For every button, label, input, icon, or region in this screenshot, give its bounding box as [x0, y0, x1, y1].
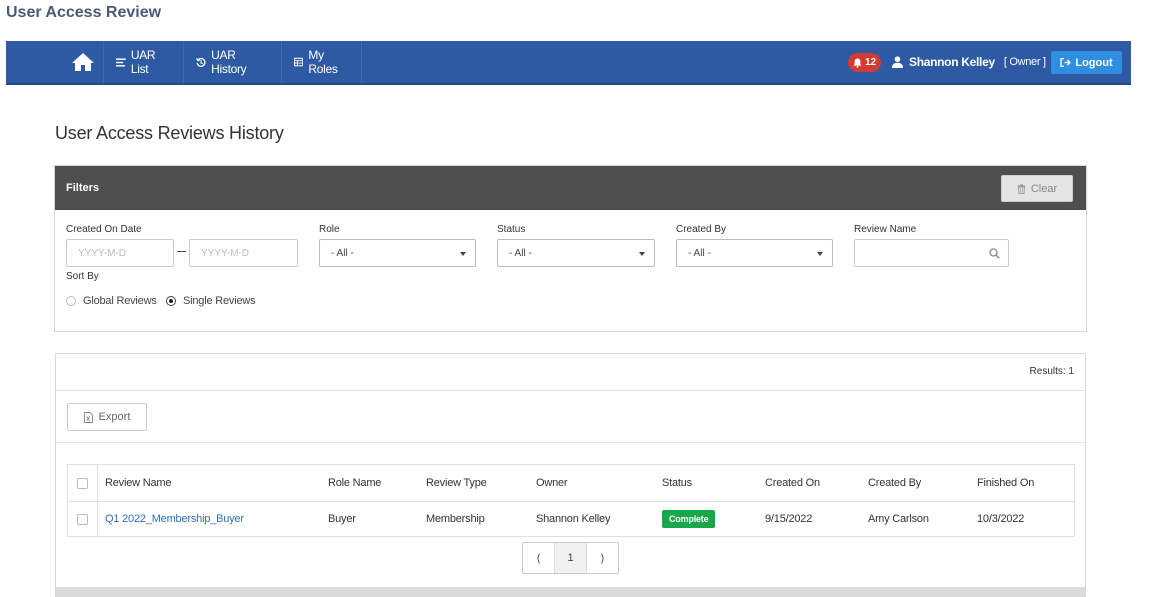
col-header-status[interactable]: Status	[662, 465, 692, 501]
next-page-button[interactable]: ⟩	[587, 543, 618, 573]
horizontal-scrollbar[interactable]	[56, 587, 1085, 596]
status-label: Status	[497, 224, 526, 235]
created-by-cell: Amy Carlson	[868, 513, 929, 525]
col-header-created-on[interactable]: Created On	[765, 465, 820, 501]
sort-global-label: Global Reviews	[83, 295, 157, 307]
user-icon	[892, 56, 903, 68]
sort-global-reviews[interactable]: Global Reviews	[66, 295, 157, 307]
history-icon	[196, 57, 206, 67]
status-select-value: - All -	[509, 247, 532, 259]
filters-title: Filters	[66, 182, 100, 194]
review-name-input[interactable]	[854, 239, 1009, 267]
chevron-down-icon	[639, 252, 645, 256]
created-by-select[interactable]: - All -	[676, 239, 833, 267]
col-header-review-name[interactable]: Review Name	[105, 465, 171, 501]
nav-my-roles[interactable]: My Roles	[282, 41, 362, 83]
role-name-cell: Buyer	[328, 513, 356, 525]
filters-panel: Filters Clear Created On Date YYYY-M-D Y…	[54, 165, 1087, 332]
logout-label: Logout	[1075, 56, 1113, 69]
clear-filters-button[interactable]: Clear	[1001, 175, 1073, 202]
status-select[interactable]: - All -	[497, 239, 655, 267]
col-header-created-by[interactable]: Created By	[868, 465, 921, 501]
user-menu[interactable]: Shannon Kelley [ Owner ]	[892, 41, 1046, 83]
results-panel: Results: 1 Export Review Name Role Name …	[55, 353, 1086, 597]
app-title: User Access Review	[6, 4, 162, 21]
role-select-value: - All -	[331, 247, 354, 259]
results-count: Results: 1	[1029, 366, 1074, 377]
select-all-cell	[68, 465, 98, 501]
role-select[interactable]: - All -	[319, 239, 476, 267]
radio-checked-icon	[166, 296, 176, 306]
nav-my-roles-label: My Roles	[308, 48, 338, 76]
created-on-cell: 9/15/2022	[765, 513, 813, 525]
nav-uar-list-label: UAR List	[130, 48, 156, 76]
owner-cell: Shannon Kelley	[536, 513, 611, 525]
table-header-row: Review Name Role Name Review Type Owner …	[68, 465, 1074, 502]
export-label: Export	[98, 411, 131, 423]
bell-icon	[853, 58, 862, 68]
reviews-table: Review Name Role Name Review Type Owner …	[67, 464, 1075, 537]
col-header-role-name[interactable]: Role Name	[328, 465, 381, 501]
divider	[56, 390, 1085, 391]
date-range-separator	[177, 251, 186, 252]
nav-uar-history-label: UAR History	[211, 48, 247, 76]
user-name: Shannon Kelley	[909, 55, 995, 69]
finished-on-cell: 10/3/2022	[977, 513, 1025, 525]
top-navbar: UAR List UAR History My Roles 12 Shannon…	[6, 41, 1131, 85]
radio-unchecked-icon	[66, 296, 76, 306]
page-1-button[interactable]: 1	[554, 543, 587, 573]
col-header-finished-on[interactable]: Finished On	[977, 465, 1034, 501]
created-on-label: Created On Date	[66, 224, 142, 235]
col-header-owner[interactable]: Owner	[536, 465, 568, 501]
select-all-checkbox[interactable]	[77, 477, 88, 489]
chevron-down-icon	[460, 252, 466, 256]
review-name-label: Review Name	[854, 224, 917, 235]
excel-file-icon	[83, 411, 93, 423]
prev-page-button[interactable]: ⟨	[523, 543, 554, 573]
divider	[56, 442, 1085, 443]
logout-button[interactable]: Logout	[1051, 51, 1122, 74]
nav-uar-history[interactable]: UAR History	[184, 41, 282, 83]
home-button[interactable]	[62, 41, 104, 83]
sort-single-label: Single Reviews	[183, 295, 256, 307]
created-by-select-value: - All -	[688, 247, 711, 259]
notification-count: 12	[864, 57, 877, 68]
logout-icon	[1060, 58, 1072, 67]
nav-uar-list[interactable]: UAR List	[104, 41, 184, 83]
status-cell: Complete	[662, 502, 716, 536]
row-checkbox[interactable]	[77, 513, 88, 525]
sort-single-reviews[interactable]: Single Reviews	[166, 295, 256, 307]
created-by-label: Created By	[676, 224, 727, 235]
col-header-review-type[interactable]: Review Type	[426, 465, 487, 501]
home-icon	[71, 53, 94, 71]
date-from-input[interactable]: YYYY-M-D	[66, 239, 174, 267]
user-role: [ Owner ]	[1003, 56, 1046, 68]
row-select-cell	[68, 502, 98, 536]
review-name-link[interactable]: Q1 2022_Membership_Buyer	[105, 502, 244, 536]
review-type-cell: Membership	[426, 513, 485, 525]
clear-label: Clear	[1030, 182, 1058, 195]
pagination: ⟨ 1 ⟩	[522, 542, 619, 574]
date-to-input[interactable]: YYYY-M-D	[189, 239, 298, 267]
filters-header: Filters	[55, 166, 1086, 210]
page-title: User Access Reviews History	[55, 123, 284, 143]
notifications-button[interactable]: 12	[848, 53, 881, 72]
table-icon	[294, 57, 304, 67]
status-badge: Complete	[662, 510, 716, 528]
list-icon	[116, 57, 126, 67]
role-label: Role	[319, 224, 340, 235]
sort-by-label: Sort By	[66, 271, 99, 282]
export-button[interactable]: Export	[67, 403, 147, 431]
chevron-down-icon	[817, 252, 823, 256]
table-row: Q1 2022_Membership_Buyer Buyer Membershi…	[68, 502, 1074, 536]
trash-icon	[1017, 183, 1026, 194]
search-icon	[989, 248, 1000, 259]
